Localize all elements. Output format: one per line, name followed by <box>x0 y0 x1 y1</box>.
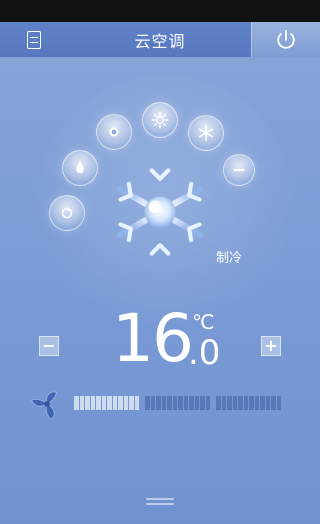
fan-icon <box>31 391 58 420</box>
snowflake-icon <box>116 163 204 261</box>
fan-speed-segment <box>101 396 106 410</box>
temperature-integer: 16 <box>112 300 194 377</box>
fan-speed-segment <box>216 396 221 410</box>
drag-handle[interactable] <box>146 498 174 508</box>
fan-speed-segment <box>221 396 226 410</box>
fan-speed-segment <box>260 396 265 410</box>
heat-mode-button[interactable] <box>142 102 178 138</box>
temperature-display: 16 ℃ .0 <box>112 306 220 372</box>
fan-speed-segment <box>107 396 112 410</box>
fan-speed-segment <box>90 396 95 410</box>
fan-speed-segment <box>156 396 161 410</box>
heat-mode-icon <box>151 111 169 129</box>
fan-speed-segment <box>134 396 139 410</box>
fan-speed-segment <box>183 396 188 410</box>
fan-speed-segment <box>232 396 237 410</box>
fan-speed-segment <box>74 396 79 410</box>
app-header: 云空调 <box>0 22 320 58</box>
fan-speed-segment <box>194 396 199 410</box>
fan-speed-segment <box>243 396 248 410</box>
fan-speed-segment <box>254 396 259 410</box>
temperature-increase-button[interactable]: + <box>261 336 281 356</box>
fan-speed-segment <box>118 396 123 410</box>
dry-mode-button[interactable] <box>62 150 98 186</box>
temperature-decimal: .0 <box>188 333 221 373</box>
mode-label: 制冷 <box>216 251 243 266</box>
snow-mode-button[interactable] <box>188 115 224 151</box>
temperature-unit: ℃ <box>192 310 215 334</box>
fan-speed-segment <box>200 396 205 410</box>
auto-mode-icon <box>109 127 119 137</box>
swing-mode-button[interactable] <box>49 195 85 231</box>
fan-speed-segment <box>161 396 166 410</box>
fan-speed-segment <box>238 396 243 410</box>
fan-speed-segment <box>276 396 281 410</box>
menu-list-icon <box>27 30 41 49</box>
fan-speed-segment <box>249 396 254 410</box>
menu-button[interactable] <box>0 22 68 57</box>
page-title: 云空调 <box>134 31 186 51</box>
fan-speed-segment <box>150 396 155 410</box>
fan-speed-segment <box>129 396 134 410</box>
fan-speed-segment <box>145 396 150 410</box>
snow-mode-icon <box>198 124 214 142</box>
dry-mode-icon <box>76 161 84 174</box>
status-bar <box>0 0 320 22</box>
fan-speed-segment <box>112 396 117 410</box>
auto-mode-button[interactable] <box>96 114 132 150</box>
fan-speed-gap <box>140 396 144 410</box>
power-icon <box>277 29 295 49</box>
fan-speed-segment <box>227 396 232 410</box>
fan-speed-segment <box>167 396 172 410</box>
fan-speed-gap <box>211 396 215 410</box>
fan-speed-segment <box>205 396 210 410</box>
fan-speed-segment <box>172 396 177 410</box>
fan-speed-segment <box>265 396 270 410</box>
fan-speed-segment <box>85 396 90 410</box>
minus-icon <box>233 168 245 172</box>
fan-speed-segment <box>189 396 194 410</box>
fan-speed-segment <box>271 396 276 410</box>
temperature-decrease-button[interactable]: − <box>39 336 59 356</box>
fan-speed-segment <box>123 396 128 410</box>
swing-icon <box>61 207 73 219</box>
fan-speed-segment <box>178 396 183 410</box>
minus-mode-button[interactable] <box>223 154 255 186</box>
power-button[interactable] <box>251 22 320 57</box>
fan-speed-bar[interactable] <box>74 396 281 410</box>
fan-speed-segment <box>96 396 101 410</box>
fan-speed-segment <box>79 396 84 410</box>
